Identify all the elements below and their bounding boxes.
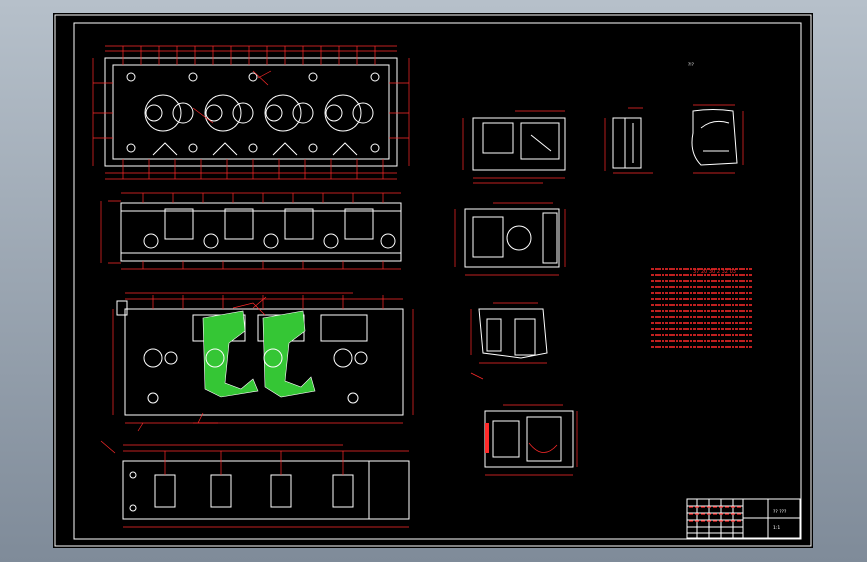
detail-view-f [484,404,578,476]
detail-view-d [454,202,566,276]
detail-view-b [604,107,653,174]
section-view [112,292,414,432]
top-view [92,45,410,180]
technical-notes: 37 20 30 2 32 03 [651,268,753,348]
bottom-view [100,422,410,528]
title-block-scale: 1:1 [773,525,780,531]
drawing-sheet: 37 20 30 2 32 03 ?!? ?? ??? 1:1 [53,13,813,548]
window-frame: 37 20 30 2 32 03 ?!? ?? ??? 1:1 [0,0,867,562]
detail-view-c [691,104,744,174]
top-view-cylinders [144,94,374,132]
tiny-label: ?!? [688,62,694,67]
title-block: ?? ??? 1:1 [686,498,801,539]
cad-drawing: 37 20 30 2 32 03 ?!? ?? ??? 1:1 [54,14,812,547]
title-block-name: ?? ??? [773,509,787,515]
front-view [100,192,402,270]
detail-view-e [470,302,548,380]
detail-view-a [462,110,566,184]
notes-fragment: 37 20 30 2 32 03 [693,269,736,275]
